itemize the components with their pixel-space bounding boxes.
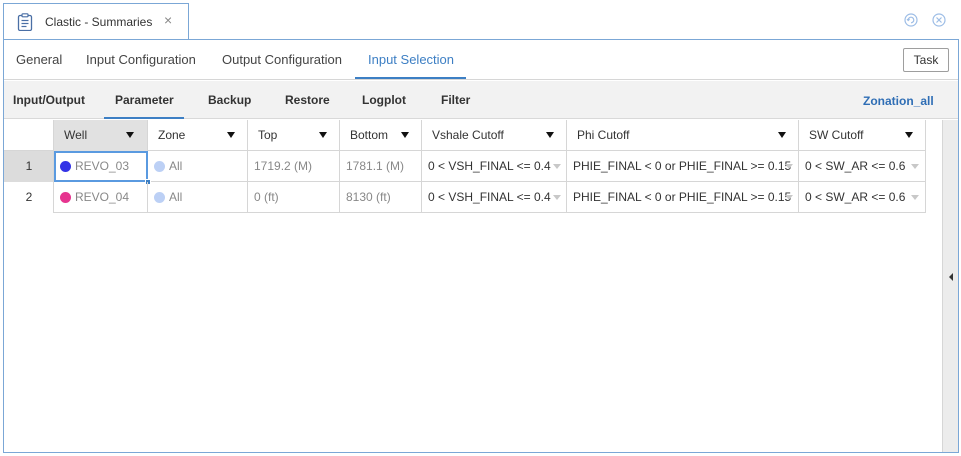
column-header-sw-cutoff[interactable]: SW Cutoff	[799, 120, 926, 151]
well-color-dot	[60, 192, 71, 203]
chevron-down-icon[interactable]	[553, 195, 561, 200]
row-number-header	[4, 120, 54, 151]
subtab-backup[interactable]: Backup	[208, 93, 251, 107]
chevron-down-icon[interactable]	[911, 164, 919, 169]
subtab-logplot[interactable]: Logplot	[362, 93, 406, 107]
task-button[interactable]: Task	[903, 48, 949, 72]
cell-vshale-cutoff[interactable]: 0 < VSH_FINAL <= 0.4	[422, 182, 567, 213]
collapse-left-icon[interactable]	[949, 273, 953, 281]
clipboard-icon	[17, 13, 33, 31]
cell-vshale-cutoff[interactable]: 0 < VSH_FINAL <= 0.4	[422, 151, 567, 182]
main-tab-bar: General Input Configuration Output Confi…	[4, 40, 958, 80]
chevron-down-icon[interactable]	[785, 195, 793, 200]
active-tab-indicator	[355, 77, 466, 79]
document-tab[interactable]: Clastic - Summaries ×	[3, 3, 189, 40]
cell-sw-cutoff[interactable]: 0 < SW_AR <= 0.6	[799, 182, 926, 213]
tab-input-selection[interactable]: Input Selection	[368, 52, 454, 67]
chevron-down-icon[interactable]	[227, 132, 235, 138]
row-number: 2	[4, 182, 54, 213]
chevron-down-icon[interactable]	[401, 132, 409, 138]
tab-general[interactable]: General	[16, 52, 62, 67]
cell-top[interactable]: 0 (ft)	[248, 182, 340, 213]
subtab-restore[interactable]: Restore	[285, 93, 330, 107]
column-header-top[interactable]: Top	[248, 120, 340, 151]
chevron-down-icon[interactable]	[319, 132, 327, 138]
close-tab-icon[interactable]: ×	[164, 13, 172, 27]
cell-zone[interactable]: All	[148, 182, 248, 213]
chevron-down-icon[interactable]	[905, 132, 913, 138]
cell-well[interactable]: REVO_04	[54, 182, 148, 213]
cell-phi-cutoff[interactable]: PHIE_FINAL < 0 or PHIE_FINAL >= 0.15	[567, 182, 799, 213]
cell-top[interactable]: 1719.2 (M)	[248, 151, 340, 182]
column-header-vshale-cutoff[interactable]: Vshale Cutoff	[422, 120, 567, 151]
cell-phi-cutoff[interactable]: PHIE_FINAL < 0 or PHIE_FINAL >= 0.15	[567, 151, 799, 182]
cell-sw-cutoff[interactable]: 0 < SW_AR <= 0.6	[799, 151, 926, 182]
column-header-well[interactable]: Well	[54, 120, 148, 151]
well-color-dot	[60, 161, 71, 172]
collapse-panel-strip[interactable]	[942, 120, 958, 452]
tab-input-configuration[interactable]: Input Configuration	[86, 52, 196, 67]
main-panel: General Input Configuration Output Confi…	[3, 39, 959, 453]
chevron-down-icon[interactable]	[911, 195, 919, 200]
document-tab-title: Clastic - Summaries	[45, 15, 153, 29]
subtab-parameter[interactable]: Parameter	[115, 93, 174, 107]
chevron-down-icon[interactable]	[778, 132, 786, 138]
chevron-down-icon[interactable]	[553, 164, 561, 169]
chevron-down-icon[interactable]	[126, 132, 134, 138]
cell-zone[interactable]: All	[148, 151, 248, 182]
zone-color-dot	[154, 192, 165, 203]
cell-bottom[interactable]: 8130 (ft)	[340, 182, 422, 213]
table-row[interactable]: 2 REVO_04 All 0 (ft) 8130 (ft) 0 < VSH_F…	[4, 182, 926, 213]
column-header-phi-cutoff[interactable]: Phi Cutoff	[567, 120, 799, 151]
subtab-input-output[interactable]: Input/Output	[13, 93, 85, 107]
tab-output-configuration[interactable]: Output Configuration	[222, 52, 342, 67]
column-header-zone[interactable]: Zone	[148, 120, 248, 151]
sub-toolbar: Input/Output Parameter Backup Restore Lo…	[4, 81, 958, 119]
table-row[interactable]: 1 REVO_03 All 1719.2 (M) 1781.1 (M) 0 < …	[4, 151, 926, 185]
refresh-icon[interactable]	[904, 13, 918, 27]
column-header-bottom[interactable]: Bottom	[340, 120, 422, 151]
active-subtab-indicator	[104, 117, 184, 119]
chevron-down-icon[interactable]	[785, 164, 793, 169]
row-number: 1	[4, 151, 54, 182]
subtab-filter[interactable]: Filter	[441, 93, 470, 107]
cell-bottom[interactable]: 1781.1 (M)	[340, 151, 422, 182]
window-titlebar: Clastic - Summaries ×	[0, 0, 961, 40]
grid-header: Well Zone Top Bottom Vshale Cutoff Phi C…	[4, 120, 926, 151]
chevron-down-icon[interactable]	[546, 132, 554, 138]
cell-well[interactable]: REVO_03	[54, 151, 148, 182]
zone-color-dot	[154, 161, 165, 172]
zonation-all-link[interactable]: Zonation_all	[863, 94, 934, 108]
close-circle-icon[interactable]	[932, 13, 946, 27]
